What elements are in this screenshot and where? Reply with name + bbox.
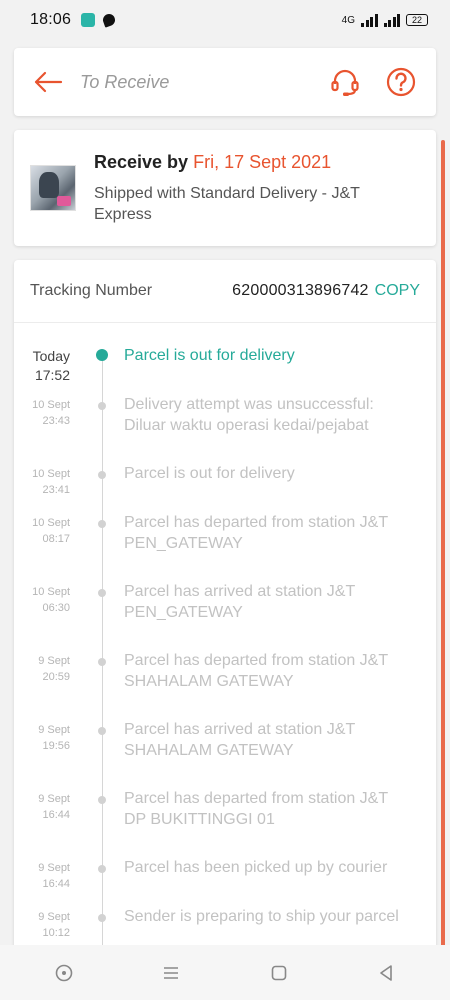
event-timestamp: 10 Sept 23:41 bbox=[14, 466, 70, 498]
event-timestamp: 9 Sept 16:44 bbox=[14, 791, 70, 823]
event-date: 10 Sept bbox=[32, 586, 70, 598]
status-indicators: 4G 22 bbox=[342, 13, 428, 27]
support-button[interactable] bbox=[328, 65, 362, 99]
timeline-dot bbox=[98, 471, 106, 479]
timeline-dot bbox=[98, 520, 106, 528]
event-description: Parcel is out for delivery bbox=[124, 465, 295, 482]
help-button[interactable] bbox=[384, 65, 418, 99]
event-timestamp: 9 Sept 20:59 bbox=[14, 653, 70, 685]
timeline-dot bbox=[98, 796, 106, 804]
event-timestamp: Today 17:52 bbox=[14, 347, 70, 385]
menu-icon bbox=[164, 966, 179, 979]
event-description: Parcel is out for delivery bbox=[124, 347, 295, 364]
arrow-left-icon bbox=[34, 71, 63, 93]
event-date: 9 Sept bbox=[38, 655, 70, 667]
event-time: 06:30 bbox=[42, 602, 70, 614]
delivery-summary-card[interactable]: Receive by Fri, 17 Sept 2021 Shipped wit… bbox=[14, 130, 436, 246]
event-date: 9 Sept bbox=[38, 862, 70, 874]
timeline-dot bbox=[98, 589, 106, 597]
system-nav-bar bbox=[0, 945, 450, 1000]
event-timestamp: 10 Sept 08:17 bbox=[14, 515, 70, 547]
event-date: 9 Sept bbox=[38, 793, 70, 805]
tracking-card: Tracking Number 620000313896742 COPY Tod… bbox=[14, 260, 436, 960]
event-time: 23:41 bbox=[42, 484, 70, 496]
event-date: 10 Sept bbox=[32, 468, 70, 480]
status-bar: 18:06 4G 22 bbox=[0, 0, 450, 40]
back-triangle-icon bbox=[380, 964, 393, 981]
page-title: To Receive bbox=[80, 71, 170, 92]
app-notification-icon bbox=[81, 13, 96, 27]
timeline-dot bbox=[98, 914, 106, 922]
event-date: 10 Sept bbox=[32, 517, 70, 529]
timeline-dot bbox=[98, 658, 106, 666]
event-date: Today bbox=[32, 348, 70, 364]
event-description: Parcel has departed from station J&T DP … bbox=[124, 790, 388, 828]
current-status-dot bbox=[96, 349, 108, 361]
event-time: 16:44 bbox=[42, 878, 70, 890]
event-description: Parcel has arrived at station J&T SHAHAL… bbox=[124, 721, 355, 759]
receive-by: Receive by Fri, 17 Sept 2021 bbox=[94, 152, 394, 173]
event-time: 10:12 bbox=[42, 927, 70, 939]
event-description: Parcel has departed from station J&T SHA… bbox=[124, 652, 388, 690]
question-circle-icon bbox=[386, 67, 416, 97]
event-time: 20:59 bbox=[42, 671, 70, 683]
receive-by-date: Fri, 17 Sept 2021 bbox=[193, 151, 332, 172]
back-nav-button[interactable] bbox=[371, 958, 401, 988]
status-time: 18:06 bbox=[30, 11, 72, 28]
event-description: Sender is preparing to ship your parcel bbox=[124, 908, 399, 925]
timeline-dot bbox=[98, 402, 106, 410]
event-timestamp: 9 Sept 16:44 bbox=[14, 860, 70, 892]
event-description: Parcel has been picked up by courier bbox=[124, 859, 388, 876]
headset-icon bbox=[331, 69, 359, 96]
event-date: 9 Sept bbox=[38, 724, 70, 736]
event-time: 17:52 bbox=[34, 367, 70, 383]
product-thumbnail bbox=[30, 165, 76, 211]
home-square-icon bbox=[271, 965, 287, 980]
copy-button[interactable]: COPY bbox=[375, 282, 420, 300]
event-timestamp: 10 Sept 23:43 bbox=[14, 397, 70, 429]
event-time: 08:17 bbox=[42, 533, 70, 545]
event-timestamp: 10 Sept 06:30 bbox=[14, 584, 70, 616]
event-time: 23:43 bbox=[42, 415, 70, 427]
shipping-method: Shipped with Standard Delivery - J&T Exp… bbox=[94, 184, 360, 223]
tracking-number-value: 620000313896742 bbox=[232, 282, 369, 299]
timeline-dot bbox=[98, 865, 106, 873]
tracking-number-row: Tracking Number 620000313896742 COPY bbox=[14, 260, 436, 323]
receive-by-label: Receive by bbox=[94, 151, 189, 172]
assistant-button[interactable] bbox=[49, 958, 79, 988]
menu-button[interactable] bbox=[156, 958, 186, 988]
signal-icon bbox=[361, 13, 378, 27]
battery-icon: 22 bbox=[406, 14, 428, 26]
event-time: 16:44 bbox=[42, 809, 70, 821]
tracking-number-label: Tracking Number bbox=[30, 282, 153, 299]
event-description: Parcel has departed from station J&T PEN… bbox=[124, 514, 388, 552]
event-description: Delivery attempt was unsuccessful: Dilua… bbox=[124, 396, 374, 434]
event-timestamp: 9 Sept 19:56 bbox=[14, 722, 70, 754]
network-type: 4G bbox=[341, 14, 355, 26]
event-description: Parcel has arrived at station J&T PEN_GA… bbox=[124, 583, 355, 621]
event-time: 19:56 bbox=[42, 740, 70, 752]
scrollbar[interactable] bbox=[441, 140, 445, 988]
assistant-icon bbox=[55, 964, 73, 981]
event-timestamp: 9 Sept 10:12 bbox=[14, 909, 70, 941]
app-notification-icon-2 bbox=[101, 12, 117, 28]
event-date: 9 Sept bbox=[38, 911, 70, 923]
header-bar: To Receive bbox=[14, 48, 436, 116]
event-date: 10 Sept bbox=[32, 399, 70, 411]
back-button[interactable] bbox=[32, 66, 64, 98]
home-button[interactable] bbox=[264, 958, 294, 988]
signal-icon-2 bbox=[383, 13, 400, 27]
timeline-dot bbox=[98, 727, 106, 735]
